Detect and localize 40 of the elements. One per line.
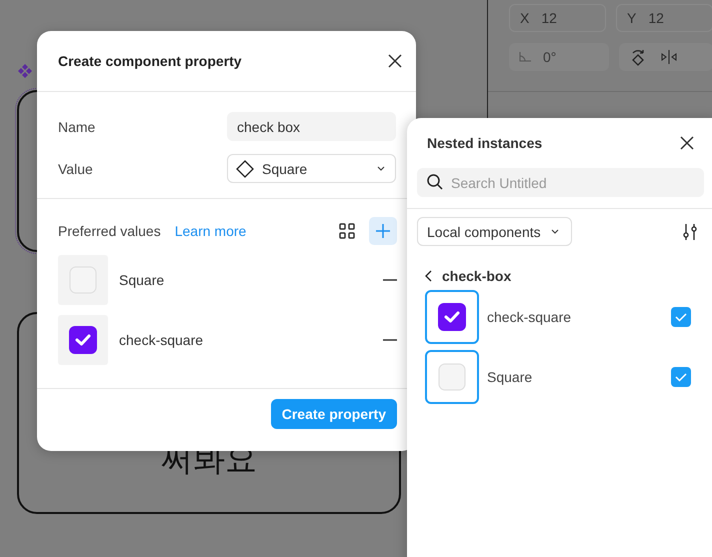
value-name: check-square bbox=[119, 332, 204, 348]
field-label: Value bbox=[58, 160, 93, 176]
add-button[interactable] bbox=[369, 217, 397, 245]
plus-icon bbox=[375, 223, 391, 239]
back-icon[interactable] bbox=[425, 270, 432, 282]
close-icon[interactable] bbox=[680, 136, 694, 150]
search-field[interactable]: Search Untitled bbox=[417, 168, 704, 197]
empty-checkbox-icon bbox=[69, 266, 97, 294]
component-icon bbox=[18, 64, 32, 78]
library-dropdown[interactable]: Local components bbox=[417, 217, 572, 246]
grid-icon[interactable] bbox=[339, 223, 355, 239]
value-name: Square bbox=[119, 272, 166, 288]
checked-checkbox-icon bbox=[69, 326, 97, 354]
rotate-icon[interactable] bbox=[630, 47, 645, 67]
checkbox[interactable] bbox=[671, 307, 691, 327]
component-name: check-square bbox=[487, 309, 572, 325]
angle-icon bbox=[519, 52, 531, 62]
chevron-down-icon bbox=[550, 229, 559, 234]
panel-title: Nested instances bbox=[427, 135, 542, 151]
position-field[interactable]: X 12 bbox=[509, 4, 606, 32]
field-label: Name bbox=[58, 118, 96, 134]
value-dropdown[interactable]: Square bbox=[227, 154, 396, 183]
create-property-button[interactable]: Create property bbox=[270, 399, 397, 429]
diamond-icon bbox=[236, 160, 254, 178]
empty-checkbox-icon bbox=[438, 363, 466, 391]
checked-checkbox-icon bbox=[438, 303, 466, 331]
close-icon[interactable] bbox=[388, 54, 402, 68]
component-name: Square bbox=[487, 369, 534, 385]
search-icon bbox=[427, 174, 443, 190]
position-field[interactable]: Y 12 bbox=[616, 4, 712, 32]
checkbox[interactable] bbox=[671, 367, 691, 387]
filter-icon[interactable] bbox=[683, 222, 697, 240]
dialog-title: Create component property bbox=[58, 53, 242, 69]
rotation-field[interactable]: 0° bbox=[509, 43, 609, 71]
folder-title: check-box bbox=[442, 268, 512, 284]
name-input[interactable]: check box bbox=[227, 112, 396, 141]
chevron-down-icon bbox=[377, 166, 385, 171]
flip-icon[interactable] bbox=[660, 50, 677, 64]
section-title: Preferred values bbox=[58, 223, 161, 239]
learn-more-link[interactable]: Learn more bbox=[174, 223, 246, 239]
